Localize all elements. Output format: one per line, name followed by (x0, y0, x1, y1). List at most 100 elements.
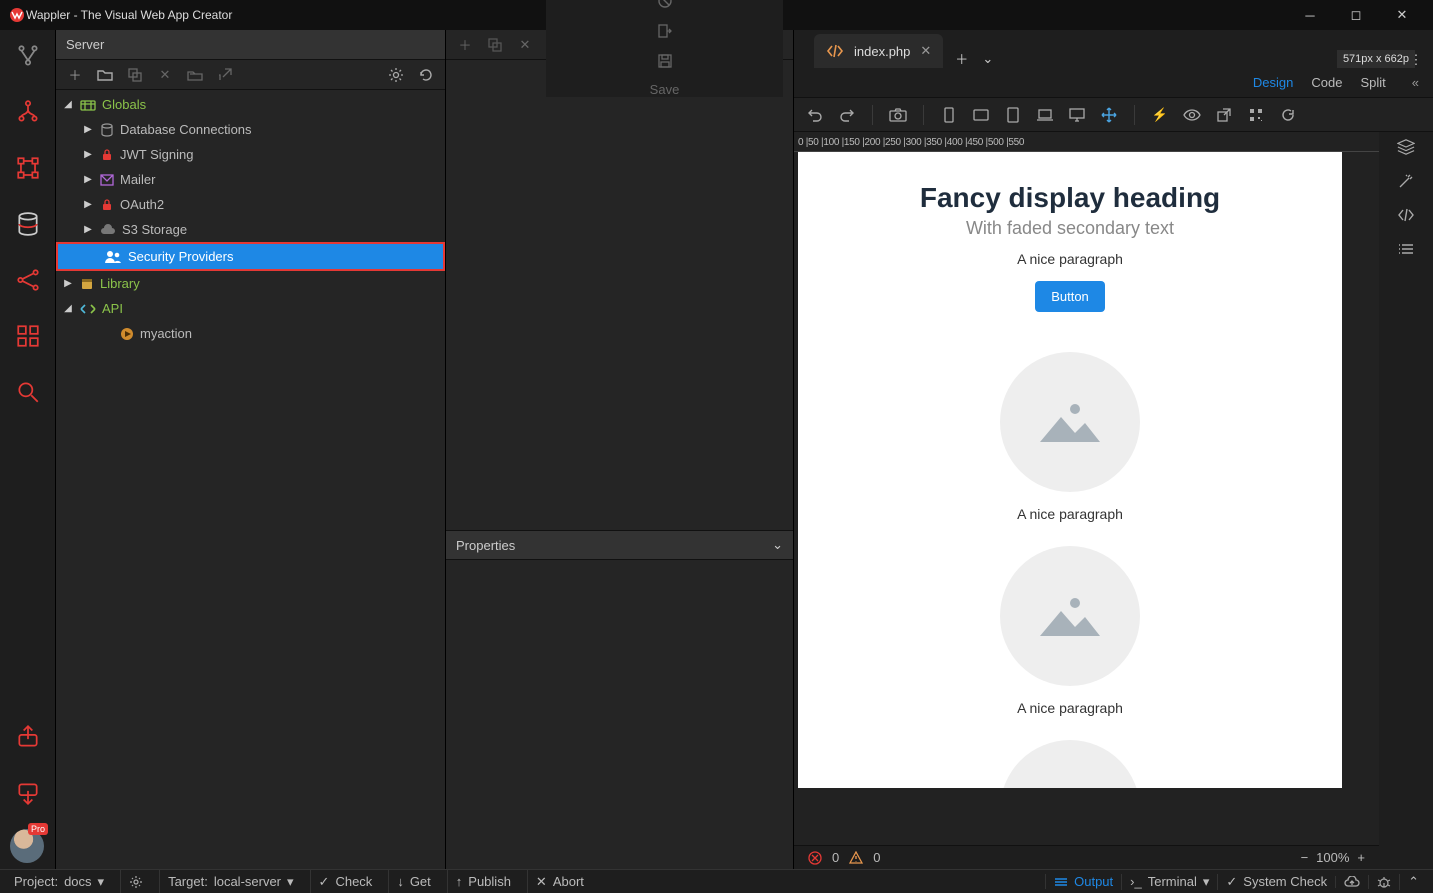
user-avatar[interactable]: Pro (10, 829, 44, 863)
status-terminal[interactable]: ›_Terminal▾ (1121, 874, 1217, 890)
error-count-icon[interactable] (808, 851, 822, 865)
maximize-button[interactable]: ◻ (1333, 0, 1379, 30)
tree-item-library[interactable]: ▶ Library (56, 271, 445, 296)
tree-item-api[interactable]: ◢ API (56, 296, 445, 321)
tree-item-oauth[interactable]: ▶ OAuth2 (56, 192, 445, 217)
move-icon[interactable] (1100, 106, 1118, 124)
status-cloud-icon[interactable] (1335, 876, 1368, 888)
device-tablet-icon[interactable] (972, 106, 990, 124)
warning-count-icon[interactable] (849, 851, 863, 864)
undo-icon[interactable] (806, 106, 824, 124)
delete-icon[interactable]: ✕ (156, 66, 174, 84)
canvas-paragraph: A nice paragraph (818, 251, 1322, 267)
canvas-subtitle: With faded secondary text (818, 218, 1322, 239)
tree-item-security-providers[interactable]: Security Providers (58, 244, 443, 269)
chevron-down-icon: ▾ (98, 874, 105, 890)
minimize-button[interactable]: ─ (1287, 0, 1333, 30)
rail-export-icon[interactable] (8, 717, 48, 757)
ruler-horizontal: 0 |50 |100 |150 |200 |250 |300 |350 |400… (794, 132, 1379, 152)
tree-item-s3[interactable]: ▶ S3 Storage (56, 217, 445, 242)
add-step-icon[interactable]: ＋ (456, 36, 474, 54)
status-output[interactable]: Output (1045, 874, 1121, 889)
share-out-icon[interactable] (216, 66, 234, 84)
tab-dropdown-icon[interactable]: ⌄ (982, 51, 993, 67)
block-icon[interactable] (656, 0, 674, 10)
tab-close-icon[interactable]: ✕ (920, 43, 931, 59)
status-publish[interactable]: ↑Publish (447, 870, 519, 893)
copy-step-icon[interactable] (486, 36, 504, 54)
collapse-panel-icon[interactable]: « (1412, 75, 1419, 90)
tree-item-mailer[interactable]: ▶ Mailer (56, 167, 445, 192)
eye-icon[interactable] (1183, 106, 1201, 124)
save-label[interactable]: Save (650, 82, 680, 97)
rail-share-icon[interactable] (8, 260, 48, 300)
new-tab-icon[interactable]: ＋ (955, 49, 968, 68)
globals-item-icon (80, 98, 96, 112)
list-icon[interactable] (1397, 240, 1415, 258)
design-toolbar: ⚡ (794, 98, 1433, 132)
rail-git-icon[interactable] (8, 36, 48, 76)
design-canvas[interactable]: Fancy display heading With faded seconda… (798, 152, 1342, 788)
zap-icon[interactable]: ⚡ (1151, 106, 1169, 124)
canvas-card: A nice paragraph (818, 352, 1322, 522)
status-bug-icon[interactable] (1368, 875, 1399, 889)
device-laptop-icon[interactable] (1036, 106, 1054, 124)
view-tab-code[interactable]: Code (1311, 75, 1342, 90)
view-tab-split[interactable]: Split (1360, 75, 1385, 90)
tree-item-jwt[interactable]: ▶ JWT Signing (56, 142, 445, 167)
qr-icon[interactable] (1247, 106, 1265, 124)
tree-label: Security Providers (128, 249, 233, 264)
tree-label: OAuth2 (120, 197, 164, 212)
add-icon[interactable]: ＋ (66, 66, 84, 84)
status-check[interactable]: ✓Check (310, 870, 381, 893)
close-window-button[interactable]: ✕ (1379, 0, 1425, 30)
canvas-card: A nice paragraph (818, 546, 1322, 716)
device-mobile-icon[interactable] (940, 106, 958, 124)
device-desktop-icon[interactable] (1068, 106, 1086, 124)
refresh-icon[interactable] (417, 66, 435, 84)
rail-branch-icon[interactable] (8, 92, 48, 132)
tree-item-myaction[interactable]: myaction (56, 321, 445, 346)
rail-extensions-icon[interactable] (8, 316, 48, 356)
zoom-in-button[interactable]: + (1357, 850, 1365, 865)
wand-icon[interactable] (1397, 172, 1415, 190)
tab-filename: index.php (854, 44, 910, 59)
rail-import-icon[interactable] (8, 773, 48, 813)
rail-workflow-icon[interactable] (8, 148, 48, 188)
rail-database-icon[interactable] (8, 204, 48, 244)
reload-icon[interactable] (1279, 106, 1297, 124)
folder-icon[interactable] (96, 66, 114, 84)
error-count: 0 (832, 850, 839, 865)
status-abort[interactable]: ✕Abort (527, 870, 592, 893)
device-tablet-p-icon[interactable] (1004, 106, 1022, 124)
status-collapse-icon[interactable]: ⌃ (1399, 874, 1427, 890)
delete-step-icon[interactable]: ✕ (516, 36, 534, 54)
lock-item-icon (100, 198, 114, 212)
status-target[interactable]: Target: local-server ▾ (159, 870, 301, 893)
status-project-settings[interactable] (120, 870, 151, 893)
rail-search-icon[interactable] (8, 372, 48, 412)
status-get[interactable]: ↓Get (388, 870, 438, 893)
zoom-out-button[interactable]: − (1301, 850, 1309, 865)
camera-icon[interactable] (889, 106, 907, 124)
tree-label: Globals (102, 97, 146, 112)
layers-icon[interactable] (1397, 138, 1415, 156)
tree-item-db-connections[interactable]: ▶ Database Connections (56, 117, 445, 142)
status-project[interactable]: Project: docs ▾ (6, 870, 112, 893)
tree-item-globals[interactable]: ◢ Globals (56, 92, 445, 117)
copy-icon[interactable] (126, 66, 144, 84)
redo-icon[interactable] (838, 106, 856, 124)
twisty-right-icon: ▶ (62, 278, 74, 289)
status-system-check[interactable]: ✓System Check (1217, 874, 1335, 890)
code-brackets-icon[interactable] (1397, 206, 1415, 224)
gear-icon[interactable] (387, 66, 405, 84)
canvas-card-text: A nice paragraph (818, 700, 1322, 716)
view-tab-design[interactable]: Design (1253, 75, 1293, 90)
popout-icon[interactable] (1215, 106, 1233, 124)
canvas-heading: Fancy display heading (818, 182, 1322, 214)
canvas-button[interactable]: Button (1035, 281, 1105, 312)
properties-header[interactable]: Properties ⌄ (446, 530, 793, 560)
open-folder-icon[interactable] (186, 66, 204, 84)
editor-tab[interactable]: index.php ✕ (814, 34, 943, 68)
run-out-icon[interactable] (656, 22, 674, 40)
